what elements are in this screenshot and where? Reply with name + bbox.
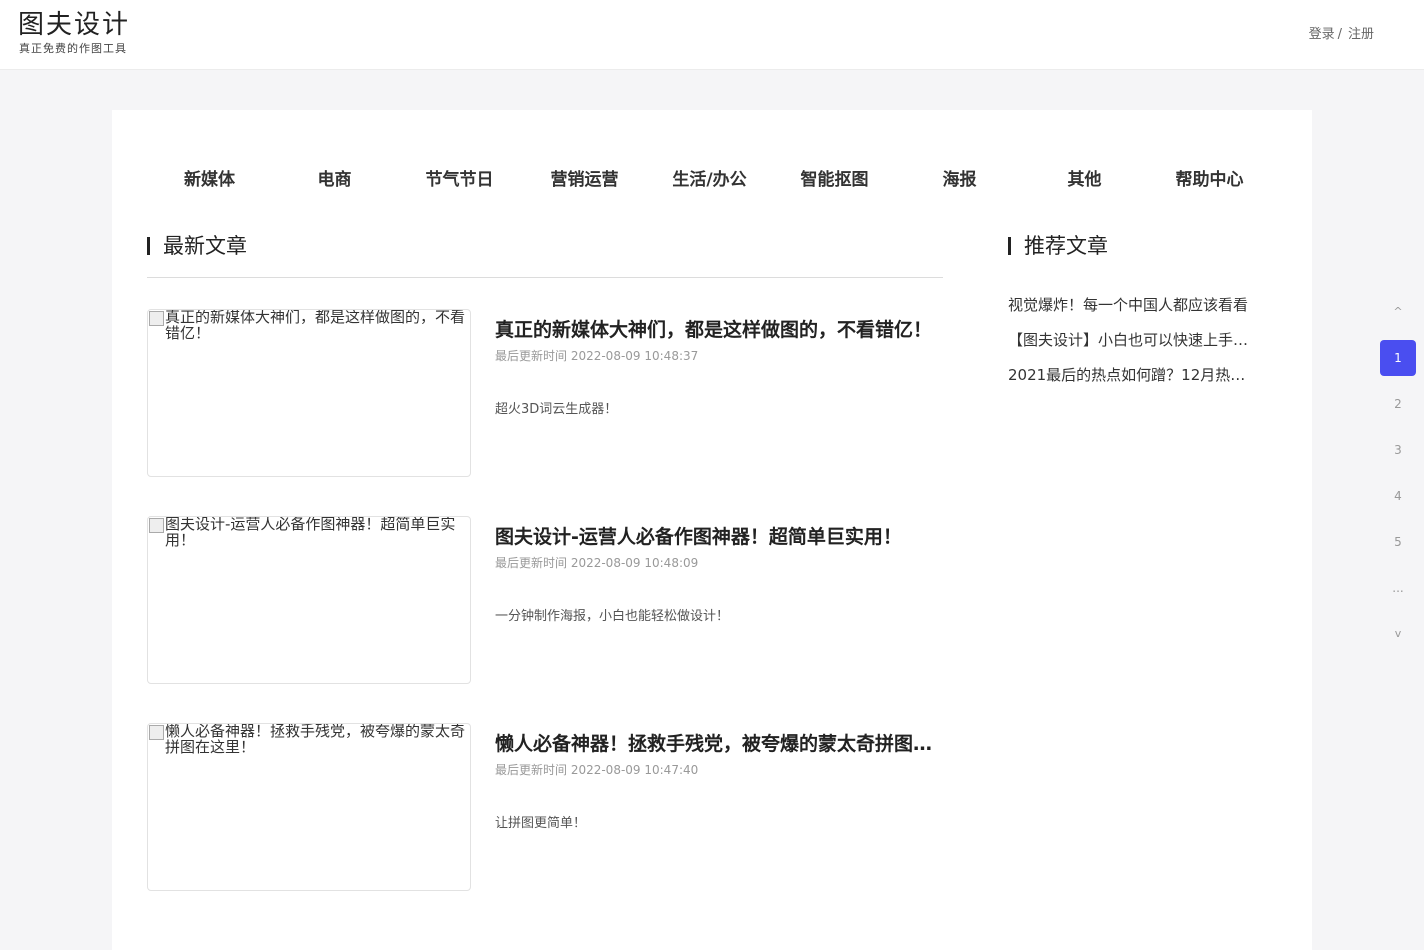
article-description: 超火3D词云生成器！ <box>495 402 618 417</box>
login-link[interactable]: 登录 <box>1309 27 1335 42</box>
side-pagination: ^ 1 2 3 4 5 ... v <box>1380 294 1416 662</box>
article-title[interactable]: 真正的新媒体大神们，都是这样做图的，不看错亿！ <box>495 317 943 343</box>
article-description: 一分钟制作海报，小白也能轻松做设计！ <box>495 609 730 624</box>
latest-articles-heading: 最新文章 <box>147 232 247 260</box>
article-card[interactable]: 懒人必备神器！拯救手残党，被夸爆的蒙太奇拼图在这里！ 懒人必备神器！拯救手残党，… <box>147 723 943 891</box>
nav-item-new-media[interactable]: 新媒体 <box>147 165 272 195</box>
nav-item-help-center[interactable]: 帮助中心 <box>1147 165 1272 195</box>
article-title[interactable]: 图夫设计-运营人必备作图神器！超简单巨实用！ <box>495 524 943 550</box>
page-button-1[interactable]: 1 <box>1380 340 1416 376</box>
page-down-icon[interactable]: v <box>1380 616 1416 652</box>
page-up-icon[interactable]: ^ <box>1380 294 1416 330</box>
page-button-5[interactable]: 5 <box>1380 524 1416 560</box>
article-card[interactable]: 真正的新媒体大神们，都是这样做图的，不看错亿！ 真正的新媒体大神们，都是这样做图… <box>147 309 943 477</box>
nav-item-smart-cutout[interactable]: 智能抠图 <box>772 165 897 195</box>
latest-divider <box>147 277 943 278</box>
article-thumbnail[interactable]: 图夫设计-运营人必备作图神器！超简单巨实用！ <box>147 516 471 684</box>
nav-item-ecommerce[interactable]: 电商 <box>272 165 397 195</box>
recommended-item[interactable]: 【图夫设计】小白也可以快速上手的作图工具 <box>1008 330 1258 365</box>
nav-item-marketing[interactable]: 营销运营 <box>522 165 647 195</box>
category-nav: 新媒体 电商 节气节日 营销运营 生活/办公 智能抠图 海报 其他 帮助中心 <box>147 165 1272 195</box>
recommended-item[interactable]: 2021最后的热点如何蹭？12月热点日历 <box>1008 365 1258 400</box>
article-thumbnail[interactable]: 懒人必备神器！拯救手残党，被夸爆的蒙太奇拼图在这里！ <box>147 723 471 891</box>
nav-item-life-office[interactable]: 生活/办公 <box>647 165 772 195</box>
broken-image-alt-text: 懒人必备神器！拯救手残党，被夸爆的蒙太奇拼图在这里！ <box>149 724 470 755</box>
register-link[interactable]: 注册 <box>1348 27 1374 42</box>
logo-subtitle: 真正免费的作图工具 <box>19 42 127 55</box>
broken-image-alt-text: 真正的新媒体大神们，都是这样做图的，不看错亿！ <box>149 310 470 341</box>
article-card[interactable]: 图夫设计-运营人必备作图神器！超简单巨实用！ 图夫设计-运营人必备作图神器！超简… <box>147 516 943 684</box>
nav-item-poster[interactable]: 海报 <box>897 165 1022 195</box>
nav-item-other[interactable]: 其他 <box>1022 165 1147 195</box>
article-title[interactable]: 懒人必备神器！拯救手残党，被夸爆的蒙太奇拼图在这里！ <box>495 731 943 757</box>
page-button-4[interactable]: 4 <box>1380 478 1416 514</box>
page-button-2[interactable]: 2 <box>1380 386 1416 422</box>
recommended-articles-heading: 推荐文章 <box>1008 232 1108 260</box>
article-thumbnail[interactable]: 真正的新媒体大神们，都是这样做图的，不看错亿！ <box>147 309 471 477</box>
article-description: 让拼图更简单！ <box>495 816 587 831</box>
auth-links: 登录 / 注册 <box>1309 26 1374 44</box>
recommended-item[interactable]: 视觉爆炸！每一个中国人都应该看看 <box>1008 295 1258 330</box>
article-updated-time: 最后更新时间 2022-08-09 10:48:09 <box>495 556 699 570</box>
nav-item-festivals[interactable]: 节气节日 <box>397 165 522 195</box>
article-updated-time: 最后更新时间 2022-08-09 10:47:40 <box>495 763 699 777</box>
page-button-3[interactable]: 3 <box>1380 432 1416 468</box>
broken-image-alt-text: 图夫设计-运营人必备作图神器！超简单巨实用！ <box>149 517 470 548</box>
recommended-list: 视觉爆炸！每一个中国人都应该看看 【图夫设计】小白也可以快速上手的作图工具 20… <box>1008 295 1258 400</box>
site-header: 图夫设计 真正免费的作图工具 登录 / 注册 <box>0 0 1424 70</box>
article-updated-time: 最后更新时间 2022-08-09 10:48:37 <box>495 349 699 363</box>
logo-title[interactable]: 图夫设计 <box>18 9 130 41</box>
main-content: 新媒体 电商 节气节日 营销运营 生活/办公 智能抠图 海报 其他 帮助中心 最… <box>112 110 1312 950</box>
auth-separator: / <box>1337 27 1342 42</box>
page-ellipsis[interactable]: ... <box>1380 570 1416 606</box>
